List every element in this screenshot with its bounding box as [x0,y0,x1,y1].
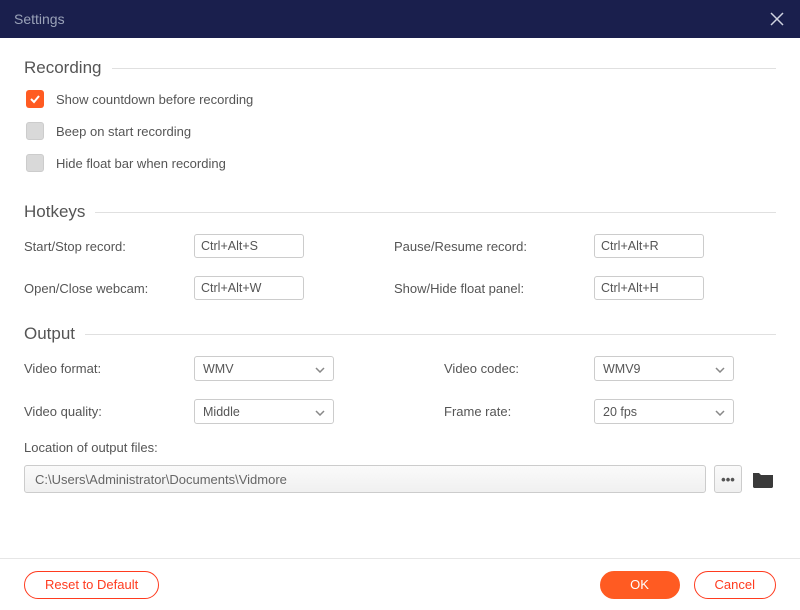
reset-to-default-button[interactable]: Reset to Default [24,571,159,599]
ellipsis-icon: ••• [721,472,735,487]
close-icon[interactable] [766,8,788,30]
checkbox-countdown[interactable] [26,90,44,108]
divider [95,212,776,213]
chevron-down-icon [715,405,725,419]
video-format-select[interactable]: WMV [194,356,334,381]
hotkey-start-stop-label: Start/Stop record: [24,239,194,254]
divider [112,68,777,69]
location-row: C:\Users\Administrator\Documents\Vidmore… [24,465,776,493]
hotkey-float-panel-label: Show/Hide float panel: [394,281,594,296]
video-quality-label: Video quality: [24,404,194,419]
recording-title: Recording [24,58,112,78]
video-codec-label: Video codec: [444,361,594,376]
hotkey-pause-resume-input[interactable]: Ctrl+Alt+R [594,234,704,258]
frame-rate-select[interactable]: 20 fps [594,399,734,424]
output-header: Output [24,324,776,344]
hotkey-start-stop-input[interactable]: Ctrl+Alt+S [194,234,304,258]
hotkey-pause-resume-label: Pause/Resume record: [394,239,594,254]
chevron-down-icon [715,362,725,376]
location-input[interactable]: C:\Users\Administrator\Documents\Vidmore [24,465,706,493]
browse-button[interactable]: ••• [714,465,742,493]
checkbox-beep[interactable] [26,122,44,140]
hotkeys-title: Hotkeys [24,202,95,222]
video-codec-select[interactable]: WMV9 [594,356,734,381]
video-quality-select[interactable]: Middle [194,399,334,424]
recording-option-hide-floatbar: Hide float bar when recording [24,154,776,172]
checkbox-label: Beep on start recording [56,124,191,139]
location-label: Location of output files: [24,440,776,455]
checkbox-label: Hide float bar when recording [56,156,226,171]
titlebar: Settings [0,0,800,38]
chevron-down-icon [315,405,325,419]
hotkey-float-panel-input[interactable]: Ctrl+Alt+H [594,276,704,300]
folder-icon [752,470,774,488]
hotkey-webcam-label: Open/Close webcam: [24,281,194,296]
checkbox-hide-floatbar[interactable] [26,154,44,172]
recording-section: Recording Show countdown before recordin… [24,58,776,172]
open-folder-button[interactable] [750,466,776,492]
cancel-button[interactable]: Cancel [694,571,776,599]
divider [85,334,776,335]
hotkeys-header: Hotkeys [24,202,776,222]
output-title: Output [24,324,85,344]
chevron-down-icon [315,362,325,376]
checkbox-label: Show countdown before recording [56,92,253,107]
frame-rate-label: Frame rate: [444,404,594,419]
window-title: Settings [14,11,65,27]
hotkeys-section: Hotkeys Start/Stop record: Ctrl+Alt+S Pa… [24,202,776,300]
recording-option-countdown: Show countdown before recording [24,90,776,108]
ok-button[interactable]: OK [600,571,680,599]
video-format-label: Video format: [24,361,194,376]
recording-option-beep: Beep on start recording [24,122,776,140]
recording-header: Recording [24,58,776,78]
hotkey-webcam-input[interactable]: Ctrl+Alt+W [194,276,304,300]
output-section: Output Video format: WMV Video codec: WM… [24,324,776,493]
footer: Reset to Default OK Cancel [0,558,800,610]
content: Recording Show countdown before recordin… [0,38,800,558]
